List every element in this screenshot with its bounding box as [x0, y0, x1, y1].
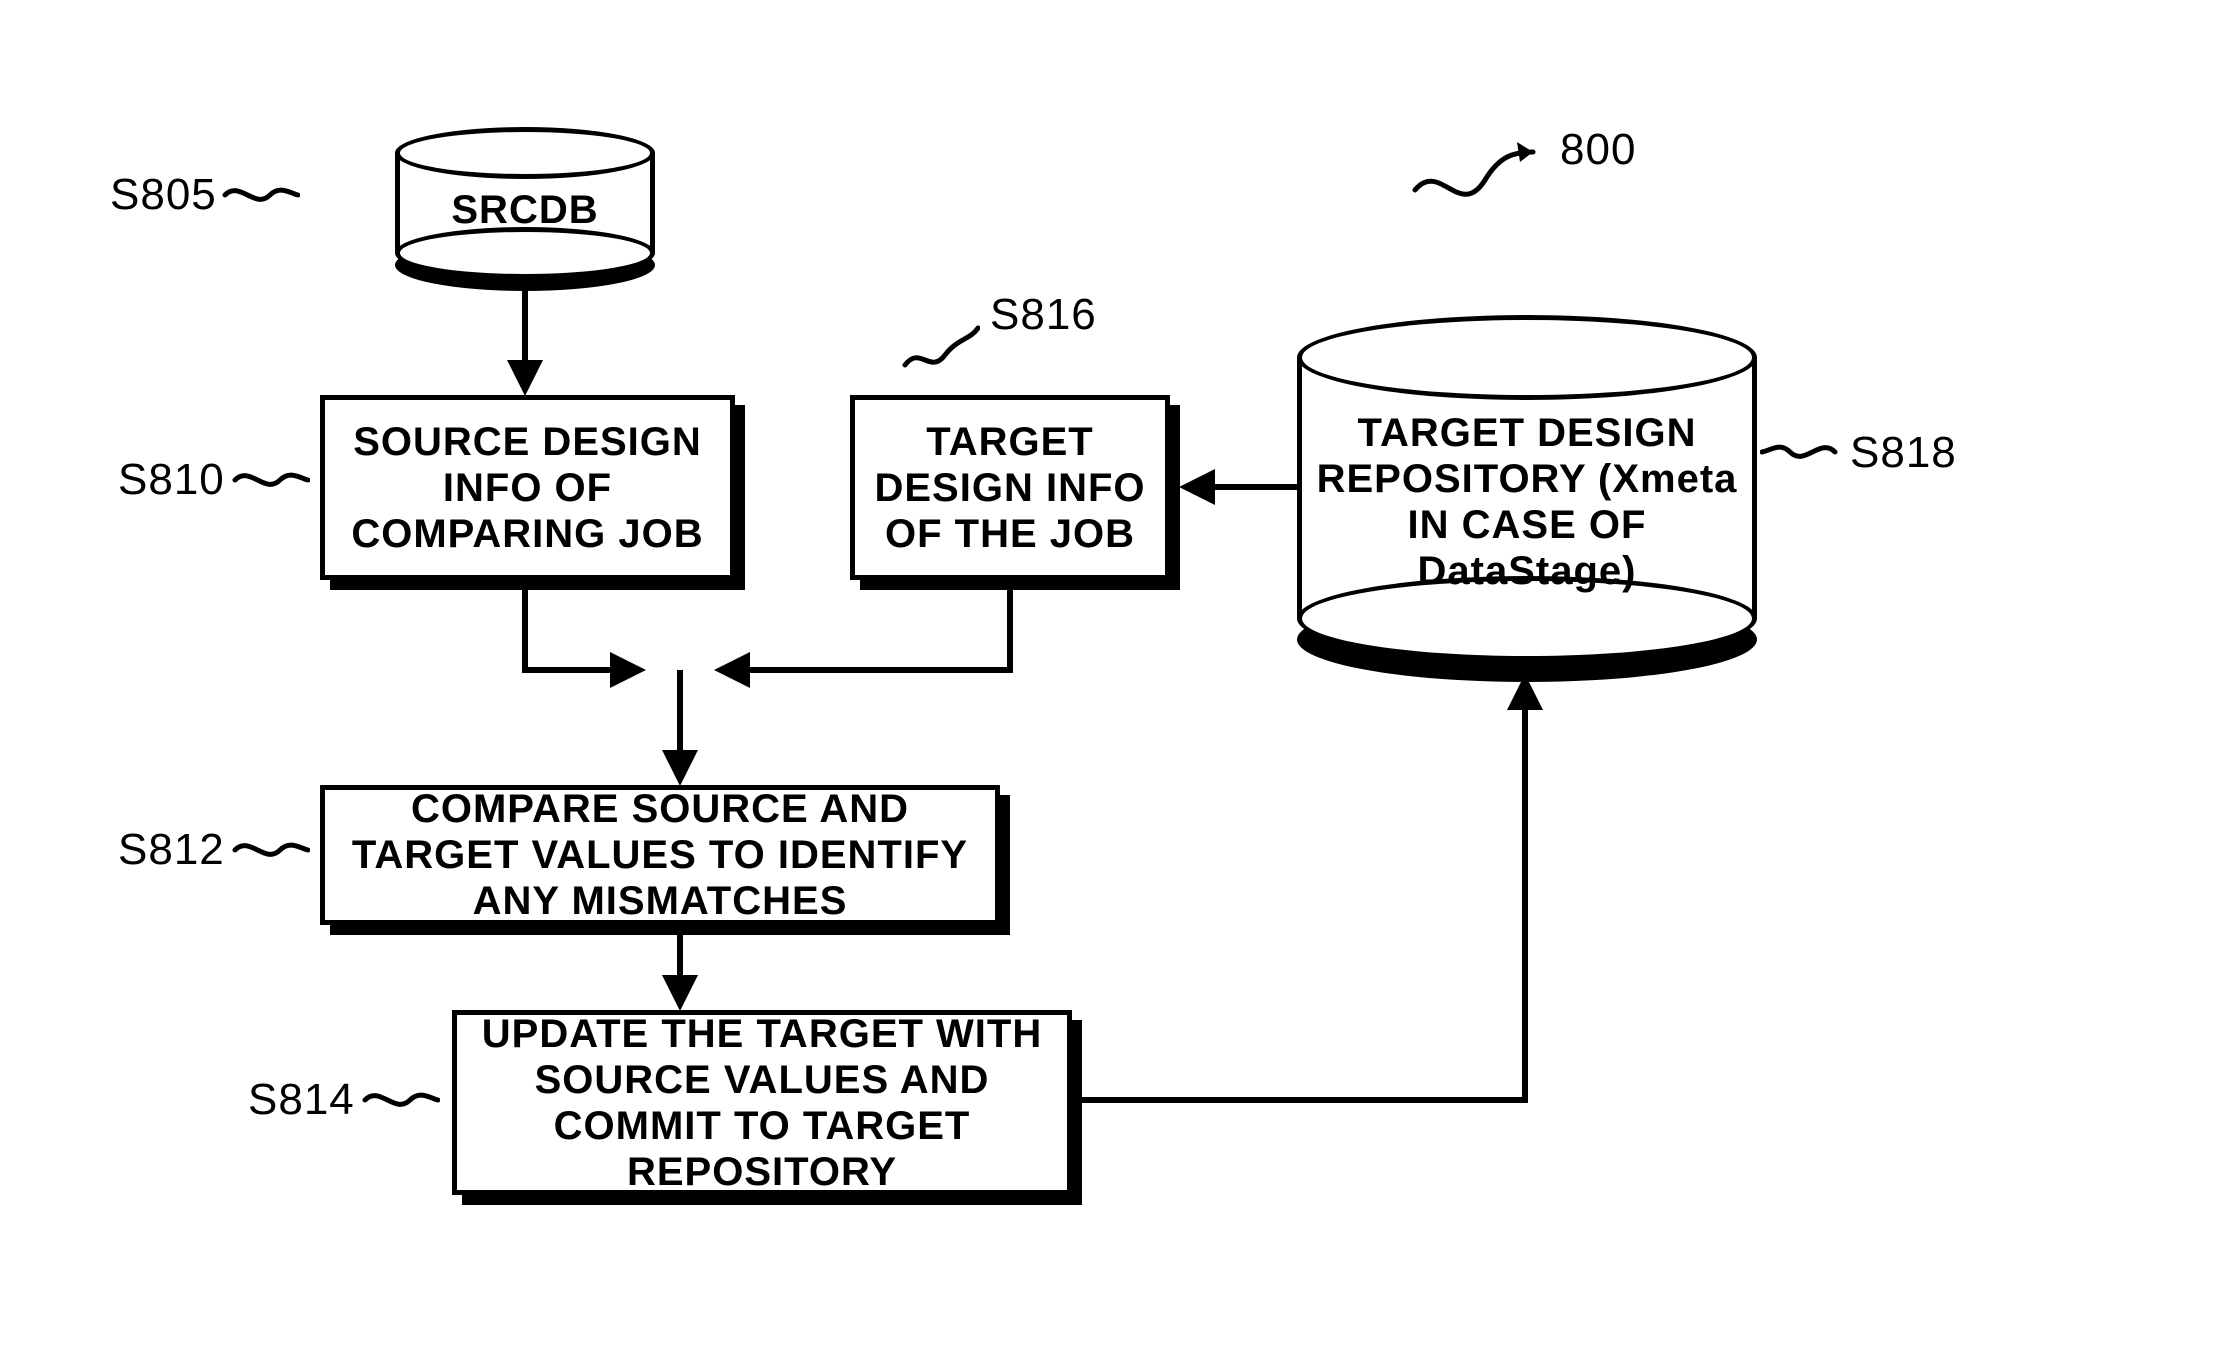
s814-swoosh	[360, 1080, 440, 1120]
s810-label: S810	[118, 455, 225, 505]
s805-label: S805	[110, 170, 217, 220]
flowchart-canvas: 800 SRCDB S805 SOURCE DESIGN INFO OF COM…	[0, 0, 2236, 1357]
s805-swoosh	[220, 175, 300, 215]
s812-label: S812	[118, 825, 225, 875]
s812-text: COMPARE SOURCE AND TARGET VALUES TO IDEN…	[337, 786, 983, 924]
s805-text: SRCDB	[395, 187, 655, 233]
s818-label: S818	[1850, 428, 1957, 478]
s816-box: TARGET DESIGN INFO OF THE JOB	[850, 395, 1170, 580]
s812-swoosh	[230, 830, 310, 870]
s810-text: SOURCE DESIGN INFO OF COMPARING JOB	[337, 419, 718, 557]
s818-text: TARGET DESIGN REPOSITORY (Xmeta IN CASE …	[1297, 410, 1757, 594]
s814-text: UPDATE THE TARGET WITH SOURCE VALUES AND…	[469, 1011, 1055, 1195]
s816-text: TARGET DESIGN INFO OF THE JOB	[867, 419, 1153, 557]
s812-box: COMPARE SOURCE AND TARGET VALUES TO IDEN…	[320, 785, 1000, 925]
s810-box: SOURCE DESIGN INFO OF COMPARING JOB	[320, 395, 735, 580]
arrows-layer	[0, 0, 2236, 1357]
s805-cylinder: SRCDB	[395, 127, 655, 277]
s810-swoosh	[230, 460, 310, 500]
s818-cylinder: TARGET DESIGN REPOSITORY (Xmeta IN CASE …	[1297, 315, 1757, 665]
s814-label: S814	[248, 1075, 355, 1125]
figure-ref-swoosh	[1405, 130, 1545, 210]
s818-swoosh	[1760, 432, 1840, 472]
figure-ref-number: 800	[1560, 125, 1636, 175]
s816-label: S816	[990, 290, 1097, 340]
s814-box: UPDATE THE TARGET WITH SOURCE VALUES AND…	[452, 1010, 1072, 1195]
s816-swoosh	[900, 320, 980, 370]
